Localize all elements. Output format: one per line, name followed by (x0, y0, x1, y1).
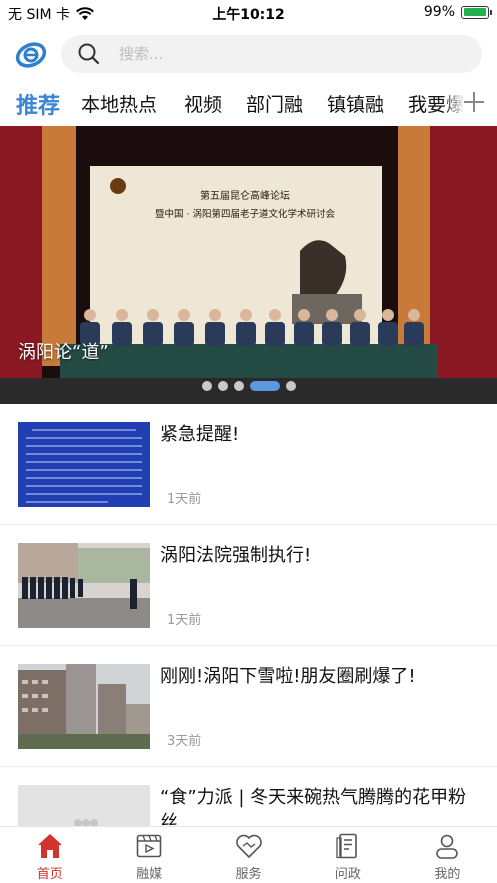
tab-town[interactable]: 镇镇融 (327, 90, 384, 117)
tab-local-hot[interactable]: 本地热点 (81, 90, 157, 117)
tab-video[interactable]: 视频 (184, 90, 222, 117)
news-item[interactable]: 紧急提醒! 1天前 (0, 404, 497, 525)
nav-label: 问政 (334, 867, 361, 882)
nav-label: 我的 (434, 867, 461, 882)
battery-icon (461, 5, 492, 19)
home-icon (37, 834, 62, 858)
news-thumbnail (18, 543, 150, 628)
document-icon (336, 833, 357, 859)
nav-label: 服务 (235, 867, 262, 882)
news-item[interactable]: 刚刚!涡阳下雪啦!朋友圈刷爆了! 3天前 (0, 646, 497, 767)
bottom-nav: 首页 融媒 服务 问政 我的 (0, 826, 497, 883)
category-tabs: 推荐 本地热点 视频 部门融 镇镇融 我要爆 (0, 82, 497, 126)
tab-recommend[interactable]: 推荐 (16, 88, 60, 120)
news-time: 3天前 (167, 734, 202, 749)
tab-department[interactable]: 部门融 (246, 90, 303, 117)
battery-fill (463, 8, 487, 16)
media-icon (136, 834, 162, 858)
carousel-dot[interactable] (202, 381, 212, 391)
news-thumbnail (18, 664, 150, 749)
search-icon (78, 43, 100, 65)
search-input[interactable] (119, 45, 419, 63)
nav-label: 首页 (36, 867, 63, 882)
app-logo-icon[interactable] (14, 37, 48, 71)
carousel-dot[interactable] (286, 381, 296, 391)
header (0, 32, 497, 78)
nav-label: 融媒 (136, 867, 163, 882)
carousel-indicator (202, 381, 296, 391)
profile-icon (436, 834, 459, 859)
carousel-dot[interactable] (234, 381, 244, 391)
carousel-dot[interactable] (218, 381, 228, 391)
status-right: 99% (423, 4, 492, 20)
news-item[interactable]: 涡阳法院强制执行! 1天前 (0, 525, 497, 646)
status-time: 上午10:12 (212, 7, 285, 23)
news-thumbnail (18, 422, 150, 507)
add-tab-icon[interactable] (463, 91, 485, 113)
news-title: 刚刚!涡阳下雪啦!朋友圈刷爆了! (160, 666, 416, 687)
banner-carousel[interactable]: 第五届昆仑高峰论坛 暨中国 · 涡阳第四届老子道文化学术研讨会 涡阳论“道” (0, 126, 497, 404)
nav-inquiry[interactable]: 问政 (298, 827, 397, 883)
news-title: 紧急提醒! (160, 424, 240, 445)
battery-percent: 99% (423, 4, 455, 20)
screen-title-1: 第五届昆仑高峰论坛 (200, 189, 290, 202)
nav-profile[interactable]: 我的 (398, 827, 497, 883)
screen-title-2: 暨中国 · 涡阳第四届老子道文化学术研讨会 (155, 208, 336, 220)
news-time: 1天前 (167, 492, 202, 507)
nav-media[interactable]: 融媒 (99, 827, 198, 883)
service-icon (235, 834, 262, 859)
news-time: 1天前 (167, 613, 202, 628)
carousel-dot-active[interactable] (250, 381, 280, 391)
search-bar[interactable] (61, 35, 482, 73)
news-title: 涡阳法院强制执行! (160, 545, 312, 566)
nav-service[interactable]: 服务 (199, 827, 298, 883)
status-bar: 无 SIM 卡 上午10:12 99% (0, 0, 497, 26)
news-list: 紧急提醒! 1天前 涡阳法院强制执行! 1天前 刚刚!涡阳下雪啦!朋友圈刷爆了!… (0, 404, 497, 883)
banner-caption: 涡阳论“道” (18, 342, 109, 363)
nav-home[interactable]: 首页 (0, 827, 99, 883)
